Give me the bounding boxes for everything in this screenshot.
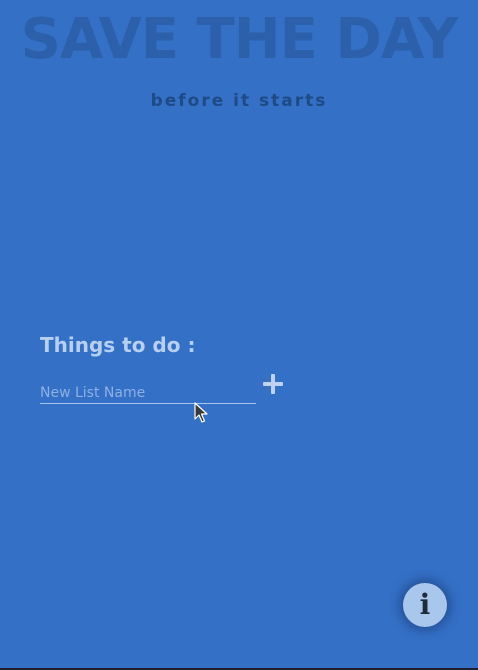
add-list-button[interactable] bbox=[260, 371, 286, 397]
info-icon: i bbox=[419, 588, 431, 621]
new-list-row bbox=[40, 371, 290, 405]
app-page: SAVE THE DAY before it starts Things to … bbox=[0, 0, 478, 668]
new-list-name-input[interactable] bbox=[40, 383, 256, 404]
hero-subtitle: before it starts bbox=[150, 91, 328, 111]
mouse-cursor-icon bbox=[194, 402, 208, 423]
hero-title: SAVE THE DAY bbox=[20, 7, 459, 72]
info-button[interactable]: i bbox=[403, 583, 447, 627]
plus-icon-vertical-bar bbox=[271, 374, 275, 394]
todo-heading: Things to do : bbox=[40, 333, 196, 357]
todo-section: Things to do : bbox=[40, 331, 300, 404]
